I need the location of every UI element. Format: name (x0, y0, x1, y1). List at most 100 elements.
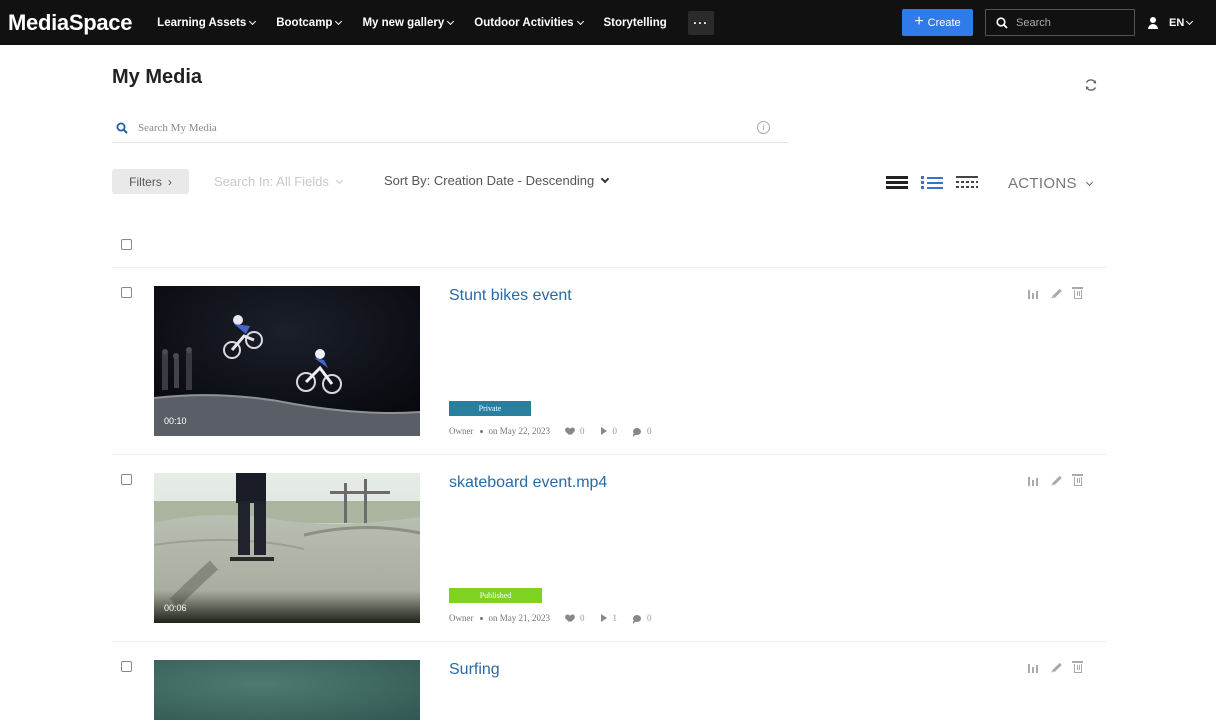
likes-stat: 0 (566, 426, 585, 436)
global-search-input[interactable]: Search (985, 9, 1135, 36)
actions-dropdown[interactable]: ACTIONS (1008, 175, 1093, 192)
surfing-thumbnail-image (154, 660, 420, 720)
chevron-right-icon: › (167, 174, 172, 189)
nav-item-label: Bootcamp (276, 16, 333, 29)
chevron-down-icon (601, 174, 610, 183)
user-icon[interactable] (1147, 16, 1159, 29)
analytics-icon[interactable] (1028, 663, 1040, 673)
comments-count: 0 (647, 426, 652, 436)
plus-icon: + (914, 12, 924, 30)
owner-label: Owner (449, 426, 474, 436)
play-icon (600, 427, 607, 435)
search-in-label: Search In: All Fields (214, 174, 329, 189)
heart-icon (566, 428, 574, 435)
row-checkbox[interactable] (121, 474, 132, 485)
search-icon (116, 122, 128, 134)
likes-stat: 0 (566, 613, 585, 623)
chevron-down-icon (1186, 17, 1194, 25)
chevron-down-icon (576, 17, 584, 25)
sort-by-dropdown[interactable]: Sort By: Creation Date - Descending (384, 173, 610, 188)
row-actions (1028, 287, 1083, 299)
media-meta: Owner on May 22, 2023 0 0 0 (449, 426, 652, 437)
nav-item-label: My new gallery (362, 16, 445, 29)
page-title: My Media (112, 66, 203, 88)
media-thumbnail[interactable]: 00:06 (154, 473, 420, 623)
search-in-dropdown[interactable]: Search In: All Fields (214, 174, 343, 189)
nav-item-storytelling[interactable]: Storytelling (604, 17, 667, 29)
comments-stat: 0 (633, 426, 652, 437)
row-actions (1028, 474, 1083, 486)
play-icon (600, 614, 607, 622)
mediaspace-logo[interactable]: MediaSpace (8, 10, 132, 36)
create-button-label: Create (927, 16, 961, 29)
language-selector[interactable]: EN (1169, 16, 1194, 29)
nav-item-label: Learning Assets (157, 16, 247, 29)
media-row: 00:10 Stunt bikes event Private Owner on… (112, 268, 1106, 455)
owner-label: Owner (449, 613, 474, 623)
create-button[interactable]: + Create (902, 9, 973, 36)
row-checkbox[interactable] (121, 287, 132, 298)
refresh-icon[interactable] (1083, 78, 1099, 94)
delete-icon[interactable] (1072, 661, 1083, 673)
nav-item-learning-assets[interactable]: Learning Assets (157, 16, 257, 29)
info-icon[interactable]: i (757, 121, 770, 134)
nav-item-my-new-gallery[interactable]: My new gallery (362, 16, 455, 29)
search-icon (996, 16, 1008, 29)
media-thumbnail[interactable]: 00:10 (154, 286, 420, 436)
my-media-search-placeholder: Search My Media (138, 121, 217, 134)
comments-count: 0 (647, 613, 652, 623)
media-title-link[interactable]: Surfing (449, 661, 500, 679)
top-navigation-bar: MediaSpace Learning Assets Bootcamp My n… (0, 0, 1216, 45)
view-mode-switcher (886, 175, 978, 189)
likes-count: 0 (580, 613, 585, 623)
my-media-search-input[interactable]: Search My Media i (112, 113, 788, 143)
nav-item-bootcamp[interactable]: Bootcamp (276, 16, 343, 29)
user-area: EN (1147, 0, 1194, 45)
status-badge: Published (449, 588, 542, 603)
edit-icon[interactable] (1052, 289, 1062, 298)
comment-icon (633, 614, 641, 624)
separator-dot (479, 616, 483, 620)
actions-label: ACTIONS (1008, 175, 1077, 192)
analytics-icon[interactable] (1028, 476, 1040, 486)
plays-count: 0 (612, 426, 618, 436)
nav-item-outdoor-activities[interactable]: Outdoor Activities (474, 17, 584, 29)
duration-label: 00:10 (164, 416, 187, 426)
main-menu: Learning Assets Bootcamp My new gallery … (157, 0, 714, 45)
filters-button[interactable]: Filters › (112, 169, 189, 194)
chevron-down-icon (249, 17, 257, 25)
more-menu-button[interactable]: ··· (687, 10, 714, 35)
comments-stat: 0 (633, 613, 652, 624)
list-view-icon[interactable] (921, 175, 943, 189)
media-row: 00:06 skateboard event.mp4 Published Own… (112, 455, 1106, 642)
select-all-checkbox[interactable] (121, 239, 132, 250)
media-title-link[interactable]: skateboard event.mp4 (449, 474, 607, 492)
date-label: on May 22, 2023 (488, 426, 551, 436)
delete-icon[interactable] (1072, 287, 1083, 299)
skateboard-thumbnail-image (154, 473, 420, 623)
date-label: on May 21, 2023 (488, 613, 551, 623)
plays-stat: 1 (600, 613, 618, 623)
likes-count: 0 (580, 426, 585, 436)
filters-label: Filters (129, 174, 162, 189)
comment-icon (633, 427, 641, 437)
language-label: EN (1169, 16, 1185, 29)
duration-label: 00:06 (164, 603, 187, 613)
plays-stat: 0 (600, 426, 618, 436)
analytics-icon[interactable] (1028, 289, 1040, 299)
media-title-link[interactable]: Stunt bikes event (449, 287, 572, 305)
global-search-placeholder: Search (1016, 16, 1051, 29)
sort-by-label: Sort By: Creation Date - Descending (384, 173, 595, 188)
media-thumbnail[interactable] (154, 660, 420, 720)
edit-icon[interactable] (1052, 663, 1062, 672)
delete-icon[interactable] (1072, 474, 1083, 486)
nav-item-label: Storytelling (603, 16, 667, 29)
media-row: Surfing (112, 642, 1106, 720)
status-badge: Private (449, 401, 531, 416)
edit-icon[interactable] (1052, 476, 1062, 485)
table-view-icon[interactable] (956, 175, 978, 189)
plays-count: 1 (612, 613, 618, 623)
media-meta: Owner on May 21, 2023 0 1 0 (449, 613, 652, 624)
detailed-view-icon[interactable] (886, 175, 908, 189)
row-checkbox[interactable] (121, 661, 132, 672)
